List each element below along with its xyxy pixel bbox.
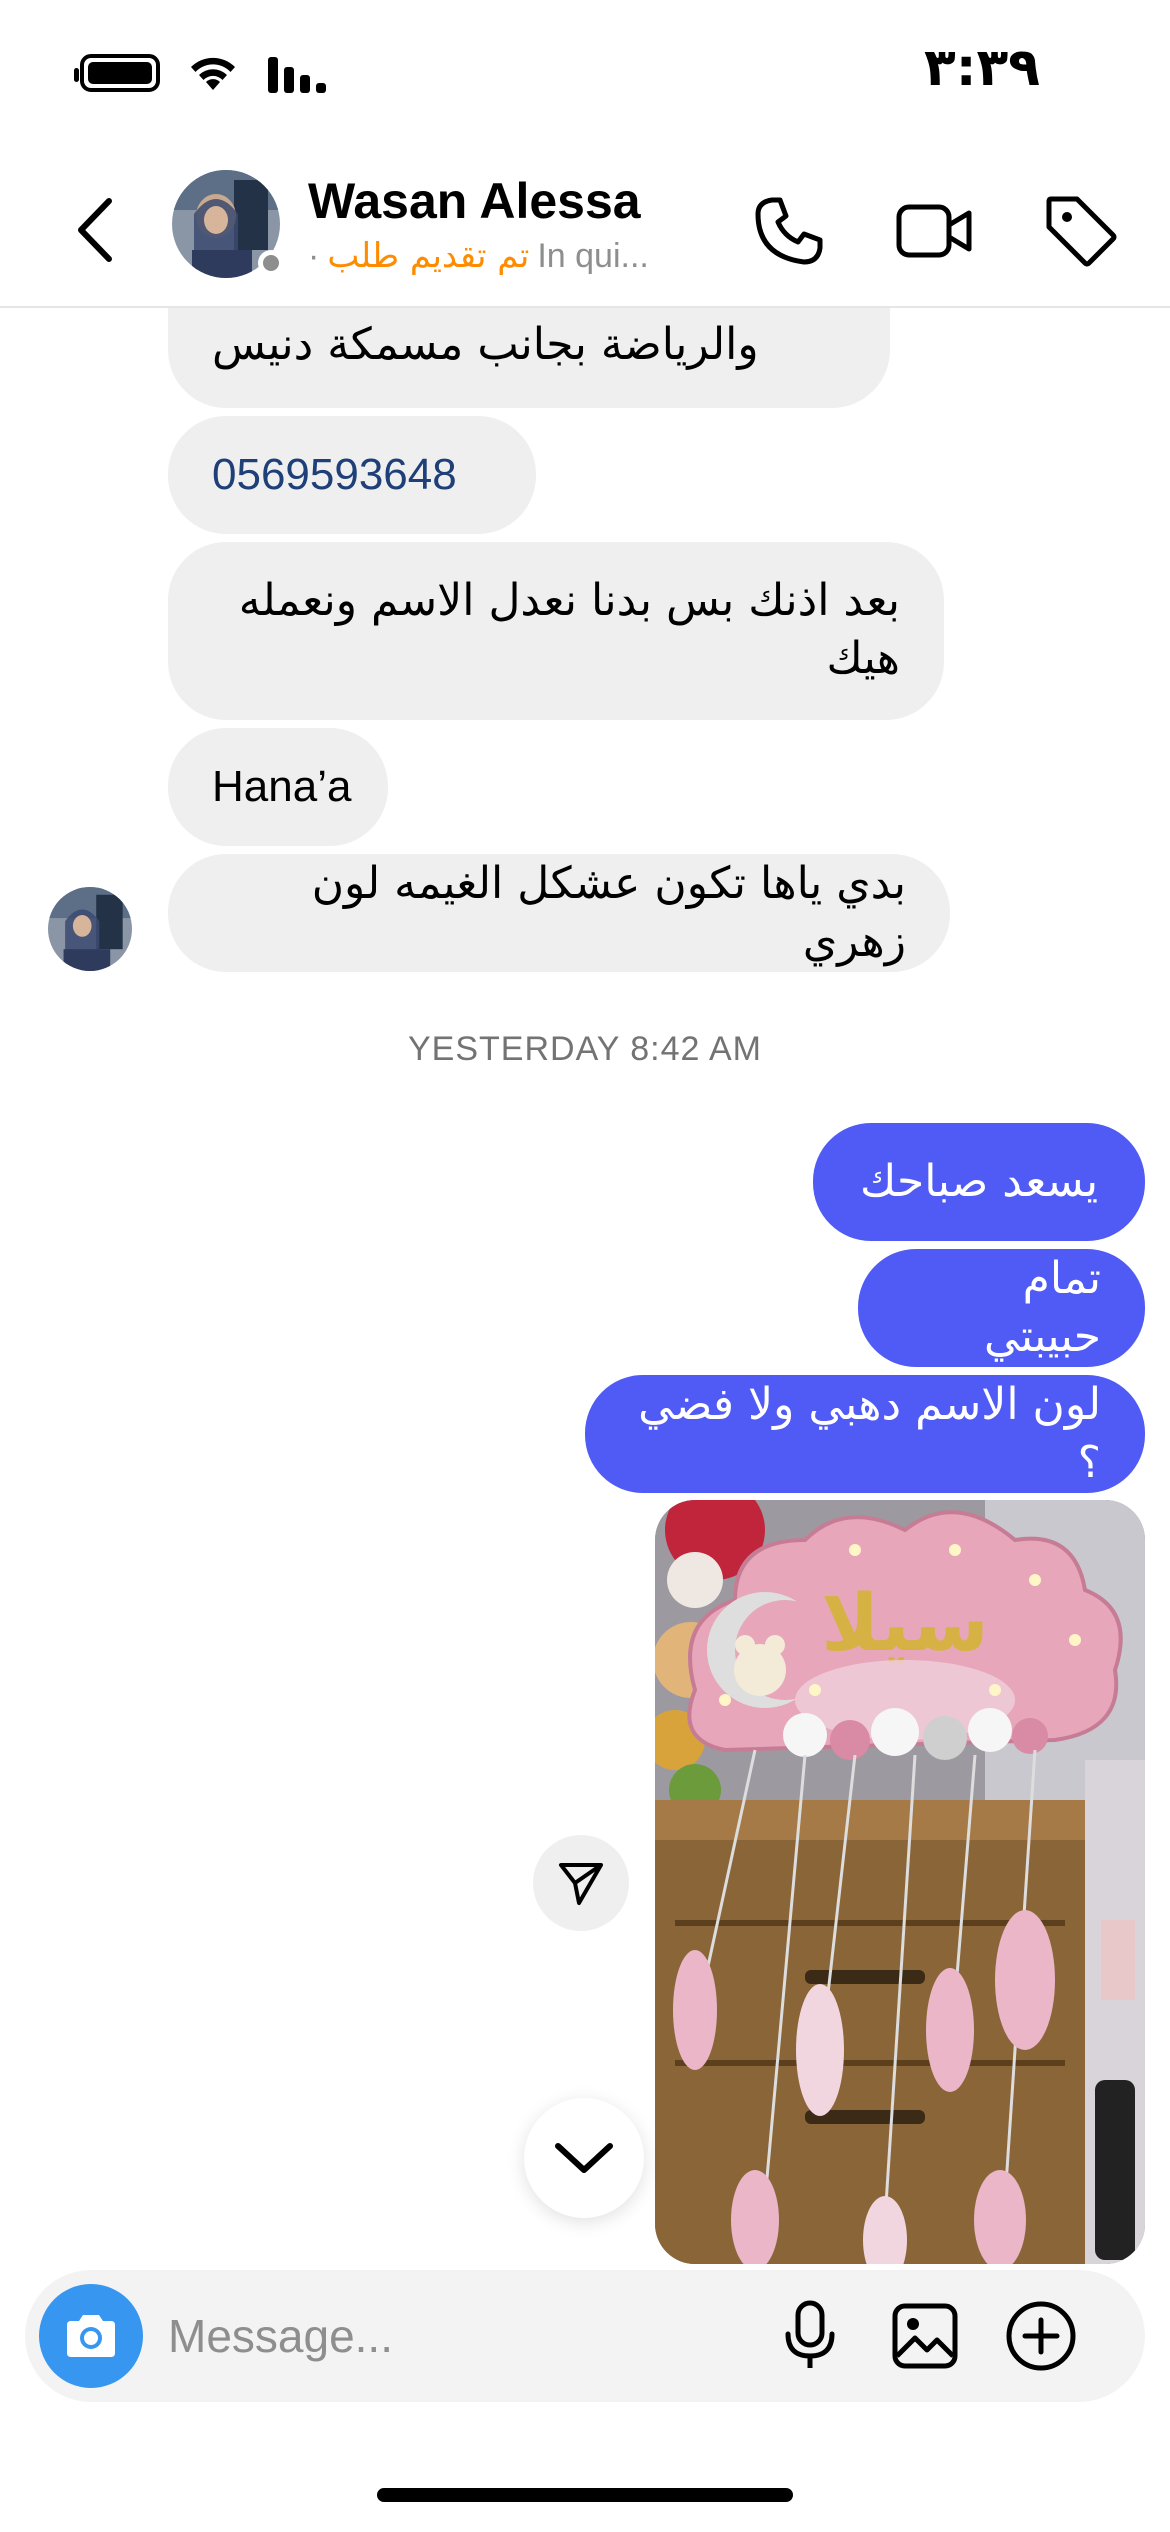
name-sign-lettering: سيلا <box>821 1579 989 1669</box>
photo-image: سيلا <box>655 1500 1145 2264</box>
home-indicator[interactable] <box>377 2488 793 2502</box>
incoming-message[interactable]: Hana’a <box>168 728 388 846</box>
incoming-message[interactable]: بعد اذنك بس بدنا نعدل الاسم ونعمله هيك <box>168 542 944 720</box>
chat-header: Wasan Alessa · تم تقديم طلب In qui... <box>0 150 1170 308</box>
subtitle-text: In qui... <box>537 236 649 275</box>
camera-button[interactable] <box>39 2284 143 2388</box>
message-text: بدي ياها تكون عشكل الغيمه لون زهري <box>311 858 906 967</box>
outgoing-message[interactable]: لون الاسم دهبي ولا فضي ؟ <box>585 1375 1145 1493</box>
phone-number-link[interactable]: 0569593648 <box>212 446 457 504</box>
scroll-to-bottom-button[interactable] <box>524 2098 644 2218</box>
microphone-icon <box>785 2300 835 2368</box>
gallery-button[interactable] <box>885 2296 965 2376</box>
back-button[interactable] <box>60 190 130 270</box>
contact-name[interactable]: Wasan Alessa <box>308 172 641 230</box>
message-text: بعد اذنك بس بدنا نعدل الاسم ونعمله هيك <box>238 575 900 684</box>
video-camera-icon <box>896 204 972 258</box>
tag-icon <box>1046 196 1117 267</box>
battery-icon <box>74 54 160 92</box>
signal-icon <box>268 57 326 93</box>
contact-avatar-button[interactable] <box>172 170 284 280</box>
share-photo-button[interactable] <box>533 1835 629 1931</box>
message-input[interactable] <box>168 2300 768 2372</box>
video-call-button[interactable] <box>890 186 980 276</box>
message-text: Hana’a <box>212 762 352 811</box>
image-icon <box>892 2303 958 2369</box>
paper-plane-icon <box>559 1863 603 1905</box>
message-text: والرياضة بجانب مسمكة دنيس <box>212 319 759 370</box>
outgoing-message[interactable]: يسعد صباحك <box>813 1123 1145 1241</box>
order-status-label: تم تقديم طلب <box>327 236 530 276</box>
chevron-left-icon <box>78 198 112 262</box>
status-time: ٣:٣٩ <box>923 38 1040 98</box>
subtitle-separator: · <box>308 236 320 275</box>
incoming-message[interactable]: بدي ياها تكون عشكل الغيمه لون زهري <box>168 854 950 972</box>
wifi-icon <box>191 57 235 90</box>
message-timestamp: YESTERDAY 8:42 AM <box>408 1030 762 1068</box>
message-composer <box>25 2270 1145 2402</box>
camera-icon <box>67 2315 115 2357</box>
message-text: يسعد صباحك <box>859 1156 1099 1207</box>
sender-avatar[interactable] <box>48 887 132 971</box>
message-text: لون الاسم دهبي ولا فضي ؟ <box>638 1379 1101 1488</box>
status-bar: ٣:٣٩ <box>0 0 1170 150</box>
message-text: تمام حبيبتي <box>984 1253 1101 1362</box>
chevron-down-icon <box>555 2143 613 2173</box>
outgoing-message[interactable]: تمام حبيبتي <box>858 1249 1145 1367</box>
photo-message[interactable]: سيلا <box>655 1500 1145 2264</box>
voice-message-button[interactable] <box>770 2296 850 2376</box>
label-button[interactable] <box>1036 186 1126 276</box>
contact-subtitle: · تم تقديم طلب In qui... <box>308 236 649 276</box>
phone-icon <box>755 197 823 265</box>
incoming-message-phone-number[interactable]: 0569593648 <box>168 416 536 534</box>
activity-status-dot <box>258 250 284 276</box>
status-icons <box>74 52 330 94</box>
call-button[interactable] <box>744 186 834 276</box>
plus-circle-icon <box>1006 2301 1076 2371</box>
more-options-button[interactable] <box>1001 2296 1081 2376</box>
